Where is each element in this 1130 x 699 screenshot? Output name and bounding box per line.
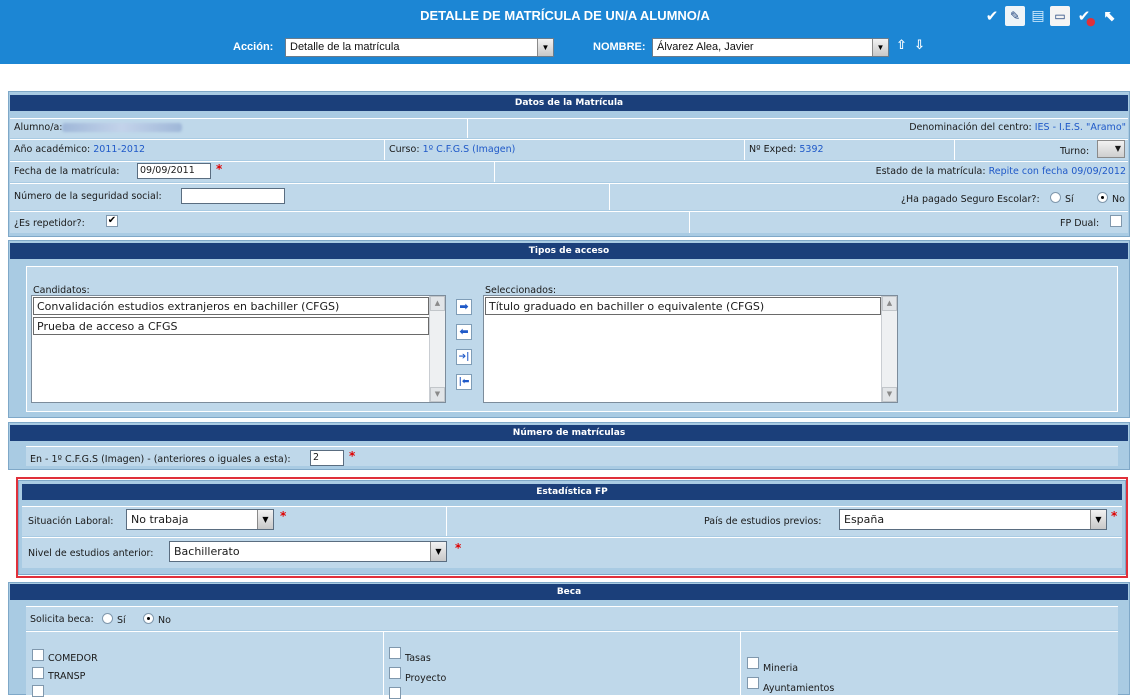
nombre-label: NOMBRE: — [593, 41, 646, 53]
denominacion: Denominación del centro: IES - I.E.S. "A… — [909, 122, 1126, 133]
transp-label: TRANSP — [48, 671, 86, 682]
list-item[interactable]: Título graduado en bachiller o equivalen… — [485, 297, 881, 315]
acceso-title: Tipos de acceso — [10, 243, 1128, 259]
alumno-label: Alumno/a: — [14, 122, 63, 133]
comedor-checkbox[interactable] — [32, 649, 44, 661]
page-title: DETALLE DE MATRÍCULA DE UN/A ALUMNO/A — [420, 8, 710, 23]
estado-label: Estado de la matrícula: — [875, 166, 986, 177]
mineria-label: Mineria — [763, 663, 799, 674]
repetidor-row — [10, 211, 1128, 233]
beca-options — [26, 631, 1118, 695]
accion-select[interactable]: Detalle de la matrícula ▼ — [285, 38, 554, 57]
matriculas-label: En - 1º C.F.G.S (Imagen) - (anteriores o… — [30, 454, 291, 465]
anio: Año académico: 2011-2012 — [14, 144, 145, 155]
scroll-up-icon[interactable]: ▲ — [882, 296, 897, 311]
beca-si-label: Sí — [117, 615, 126, 626]
tasas-checkbox[interactable] — [389, 647, 401, 659]
accion-value: Detalle de la matrícula — [290, 41, 400, 53]
extra-checkbox[interactable] — [32, 685, 44, 697]
scroll-down-icon[interactable]: ▼ — [882, 387, 897, 402]
document-icon[interactable]: ▭ — [1050, 6, 1070, 26]
previous-arrow-icon[interactable]: ⇧ — [896, 38, 907, 53]
check-icon[interactable]: ✔ — [982, 6, 1002, 26]
comedor-label: COMEDOR — [48, 653, 98, 664]
denominacion-label: Denominación del centro: — [909, 122, 1032, 133]
scroll-down-icon[interactable]: ▼ — [430, 387, 445, 402]
back-icon[interactable]: ⬉ — [1100, 6, 1120, 26]
add-selected-button[interactable]: ➡ — [456, 299, 472, 315]
exped-value: 5392 — [799, 144, 824, 155]
books-icon[interactable]: ▤ — [1028, 6, 1048, 26]
nombre-value: Álvarez Alea, Javier — [657, 41, 754, 53]
denominacion-value: IES - I.E.S. "Aramo" — [1034, 122, 1126, 133]
estado: Estado de la matrícula: Repite con fecha… — [876, 166, 1126, 177]
seleccionados-scrollbar[interactable]: ▲ ▼ — [881, 296, 897, 402]
matriculas-title: Número de matrículas — [10, 425, 1128, 441]
estado-value: Repite con fecha 09/09/2012 — [988, 166, 1126, 177]
edit-icon[interactable]: ✎ — [1005, 6, 1025, 26]
proyecto-checkbox[interactable] — [389, 667, 401, 679]
add-all-button[interactable]: ➔| — [456, 349, 472, 365]
alumno-name-blurred — [62, 123, 182, 132]
curso-value: 1º C.F.G.S (Imagen) — [422, 144, 516, 155]
ayuntamientos-checkbox[interactable] — [747, 677, 759, 689]
seguro-si-label: Sí — [1065, 194, 1074, 205]
nss-label: Número de la seguridad social: — [14, 191, 162, 202]
list-item[interactable]: Convalidación estudios extranjeros en ba… — [33, 297, 429, 315]
nombre-select[interactable]: Álvarez Alea, Javier ▼ — [652, 38, 889, 57]
highlight-frame — [16, 477, 1128, 578]
seleccionados-listbox[interactable]: Título graduado en bachiller o equivalen… — [483, 295, 898, 403]
exped-label: Nº Exped: — [749, 144, 797, 155]
seguro-no-radio[interactable] — [1097, 192, 1108, 203]
tasas-label: Tasas — [405, 653, 431, 664]
fecha-label: Fecha de la matrícula: — [14, 166, 120, 177]
datos-title: Datos de la Matrícula — [10, 95, 1128, 111]
seguro-si-radio[interactable] — [1050, 192, 1061, 203]
required-marker: * — [216, 162, 223, 176]
anio-label: Año académico: — [14, 144, 91, 155]
anio-row — [10, 139, 1128, 160]
required-marker: * — [349, 449, 356, 463]
mineria-checkbox[interactable] — [747, 657, 759, 669]
fpdual-label: FP Dual: — [1060, 218, 1100, 229]
repetidor-label: ¿Es repetidor?: — [14, 218, 85, 229]
list-item[interactable]: Prueba de acceso a CFGS — [33, 317, 429, 335]
beca-no-radio[interactable] — [143, 613, 154, 624]
candidatos-scrollbar[interactable]: ▲ ▼ — [429, 296, 445, 402]
solicita-row — [26, 606, 1118, 630]
matriculas-input[interactable]: 2 — [310, 450, 344, 466]
next-arrow-icon[interactable]: ⇩ — [914, 38, 925, 53]
turno-label: Turno: — [1060, 146, 1090, 157]
scroll-up-icon[interactable]: ▲ — [430, 296, 445, 311]
chevron-down-icon[interactable]: ▼ — [872, 39, 888, 56]
turno-select[interactable]: ▼ — [1097, 140, 1125, 158]
beca-title: Beca — [10, 584, 1128, 600]
ayuntamientos-label: Ayuntamientos — [763, 683, 835, 694]
seguro-label: ¿Ha pagado Seguro Escolar?: — [901, 194, 1040, 205]
transp-checkbox[interactable] — [32, 667, 44, 679]
repetidor-checkbox[interactable]: ✔ — [106, 215, 118, 227]
extra-checkbox[interactable] — [389, 687, 401, 699]
beca-si-radio[interactable] — [102, 613, 113, 624]
check-remove-icon[interactable]: ✔ ● — [1074, 6, 1096, 28]
solicita-label: Solicita beca: — [30, 614, 94, 625]
accion-label: Acción: — [233, 41, 274, 53]
anio-value: 2011-2012 — [93, 144, 146, 155]
candidatos-listbox[interactable]: Convalidación estudios extranjeros en ba… — [31, 295, 446, 403]
fpdual-checkbox[interactable] — [1110, 215, 1122, 227]
nss-input[interactable] — [181, 188, 285, 204]
seguro-no-label: No — [1112, 194, 1125, 205]
beca-no-label: No — [158, 615, 171, 626]
curso-label: Curso: — [389, 144, 420, 155]
curso: Curso: 1º C.F.G.S (Imagen) — [389, 144, 515, 155]
chevron-down-icon[interactable]: ▼ — [537, 39, 553, 56]
exped: Nº Exped: 5392 — [749, 144, 824, 155]
remove-all-button[interactable]: |⬅ — [456, 374, 472, 390]
fecha-input[interactable]: 09/09/2011 — [137, 163, 211, 179]
proyecto-label: Proyecto — [405, 673, 447, 684]
remove-selected-button[interactable]: ⬅ — [456, 324, 472, 340]
